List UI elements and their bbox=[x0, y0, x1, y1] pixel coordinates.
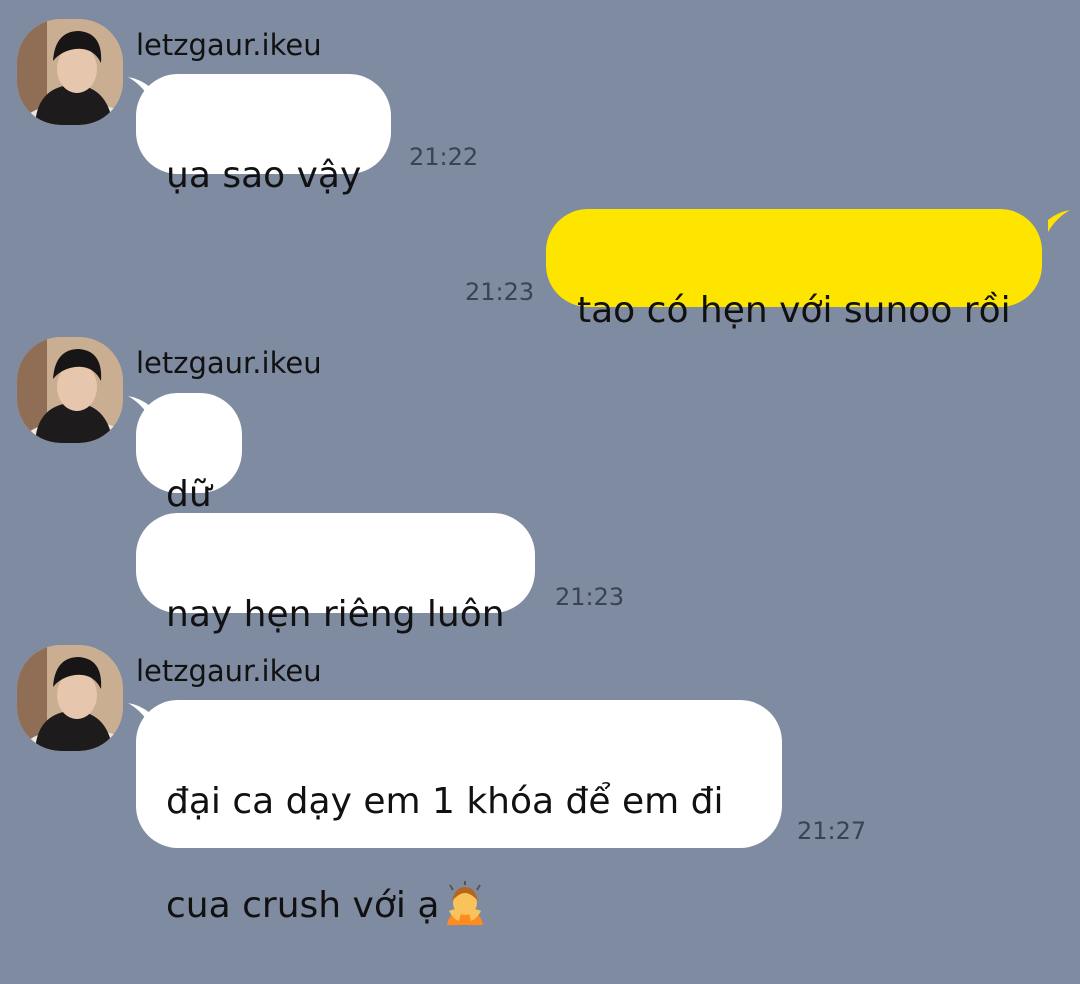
avatar-photo bbox=[17, 645, 123, 751]
message-bubble[interactable]: dữ bbox=[136, 393, 242, 515]
avatar[interactable] bbox=[17, 19, 123, 125]
avatar-photo bbox=[17, 19, 123, 125]
person-bowing-emoji bbox=[447, 881, 484, 925]
avatar[interactable] bbox=[17, 645, 123, 751]
message-text: cua crush với ạ bbox=[166, 885, 440, 926]
message-text: dữ bbox=[166, 474, 212, 515]
avatar-photo bbox=[17, 337, 123, 443]
message-time: 21:27 bbox=[797, 817, 867, 845]
sender-name: letzgaur.ikeu bbox=[136, 28, 322, 62]
message-text: ụa sao vậy bbox=[166, 155, 362, 196]
sender-name: letzgaur.ikeu bbox=[136, 346, 322, 380]
message-time: 21:23 bbox=[555, 583, 625, 611]
sender-name: letzgaur.ikeu bbox=[136, 654, 322, 688]
message-text: tao có hẹn với sunoo rồi bbox=[577, 290, 1011, 331]
message-time: 21:23 bbox=[465, 278, 535, 306]
message-text-line-2: cua crush với ạ bbox=[166, 880, 752, 932]
message-bubble[interactable]: ụa sao vậy bbox=[136, 74, 392, 196]
bubble-tail bbox=[1048, 210, 1070, 232]
message-text-line: đại ca dạy em 1 khóa để em đi bbox=[166, 781, 724, 822]
avatar[interactable] bbox=[17, 337, 123, 443]
outgoing-message-bubble[interactable]: tao có hẹn với sunoo rồi bbox=[546, 209, 1042, 331]
message-bubble[interactable]: nay hẹn riêng luôn bbox=[136, 513, 535, 635]
message-bubble[interactable]: đại ca dạy em 1 khóa để em đi cua crush … bbox=[136, 700, 782, 926]
message-text: nay hẹn riêng luôn bbox=[166, 594, 505, 635]
message-time: 21:22 bbox=[409, 143, 479, 171]
